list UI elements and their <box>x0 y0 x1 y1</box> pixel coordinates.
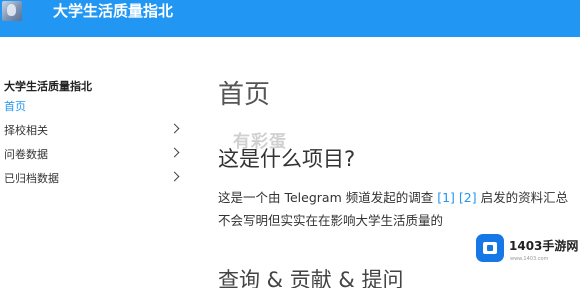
sidebar-item-archived-data[interactable]: 已归档数据 <box>4 170 184 186</box>
watermark-url: www.1403.com <box>510 256 549 262</box>
page-title: 首页 <box>218 80 271 110</box>
watermark-brand: 1403手游网 <box>509 239 579 253</box>
site-avatar[interactable] <box>2 1 22 21</box>
sidebar-item-home[interactable]: 首页 <box>4 98 184 114</box>
paragraph-text: 不会写明但实实在在影响大学生活质量的 <box>218 213 444 228</box>
paragraph-text: 启发的资料汇总 <box>476 190 569 205</box>
sidebar-item-label: 已归档数据 <box>4 172 59 185</box>
watermark-text: 有彩蛋 <box>233 132 287 152</box>
sidebar-item-label: 择校相关 <box>4 124 48 137</box>
watermark-badge: 1403手游网 www.1403.com <box>464 226 580 288</box>
chevron-right-icon <box>169 123 180 134</box>
reference-link-2[interactable]: [2] <box>459 190 477 205</box>
sidebar-item-label: 首页 <box>4 100 26 113</box>
site-title[interactable]: 大学生活质量指北 <box>53 1 173 21</box>
section-title-query-contribute: 查询 & 贡献 & 提问 <box>218 268 404 288</box>
sidebar-item-label: 问卷数据 <box>4 148 48 161</box>
chevron-right-icon <box>169 171 180 182</box>
reference-link-1[interactable]: [1] <box>437 190 455 205</box>
paragraph-text: 这是一个由 Telegram 频道发起的调查 <box>218 190 438 205</box>
chevron-right-icon <box>169 147 180 158</box>
sidebar-item-survey-data[interactable]: 问卷数据 <box>4 146 184 162</box>
sidebar-title: 大学生活质量指北 <box>4 80 92 93</box>
watermark-logo-icon <box>476 234 504 262</box>
sidebar-item-school-selection[interactable]: 择校相关 <box>4 122 184 138</box>
